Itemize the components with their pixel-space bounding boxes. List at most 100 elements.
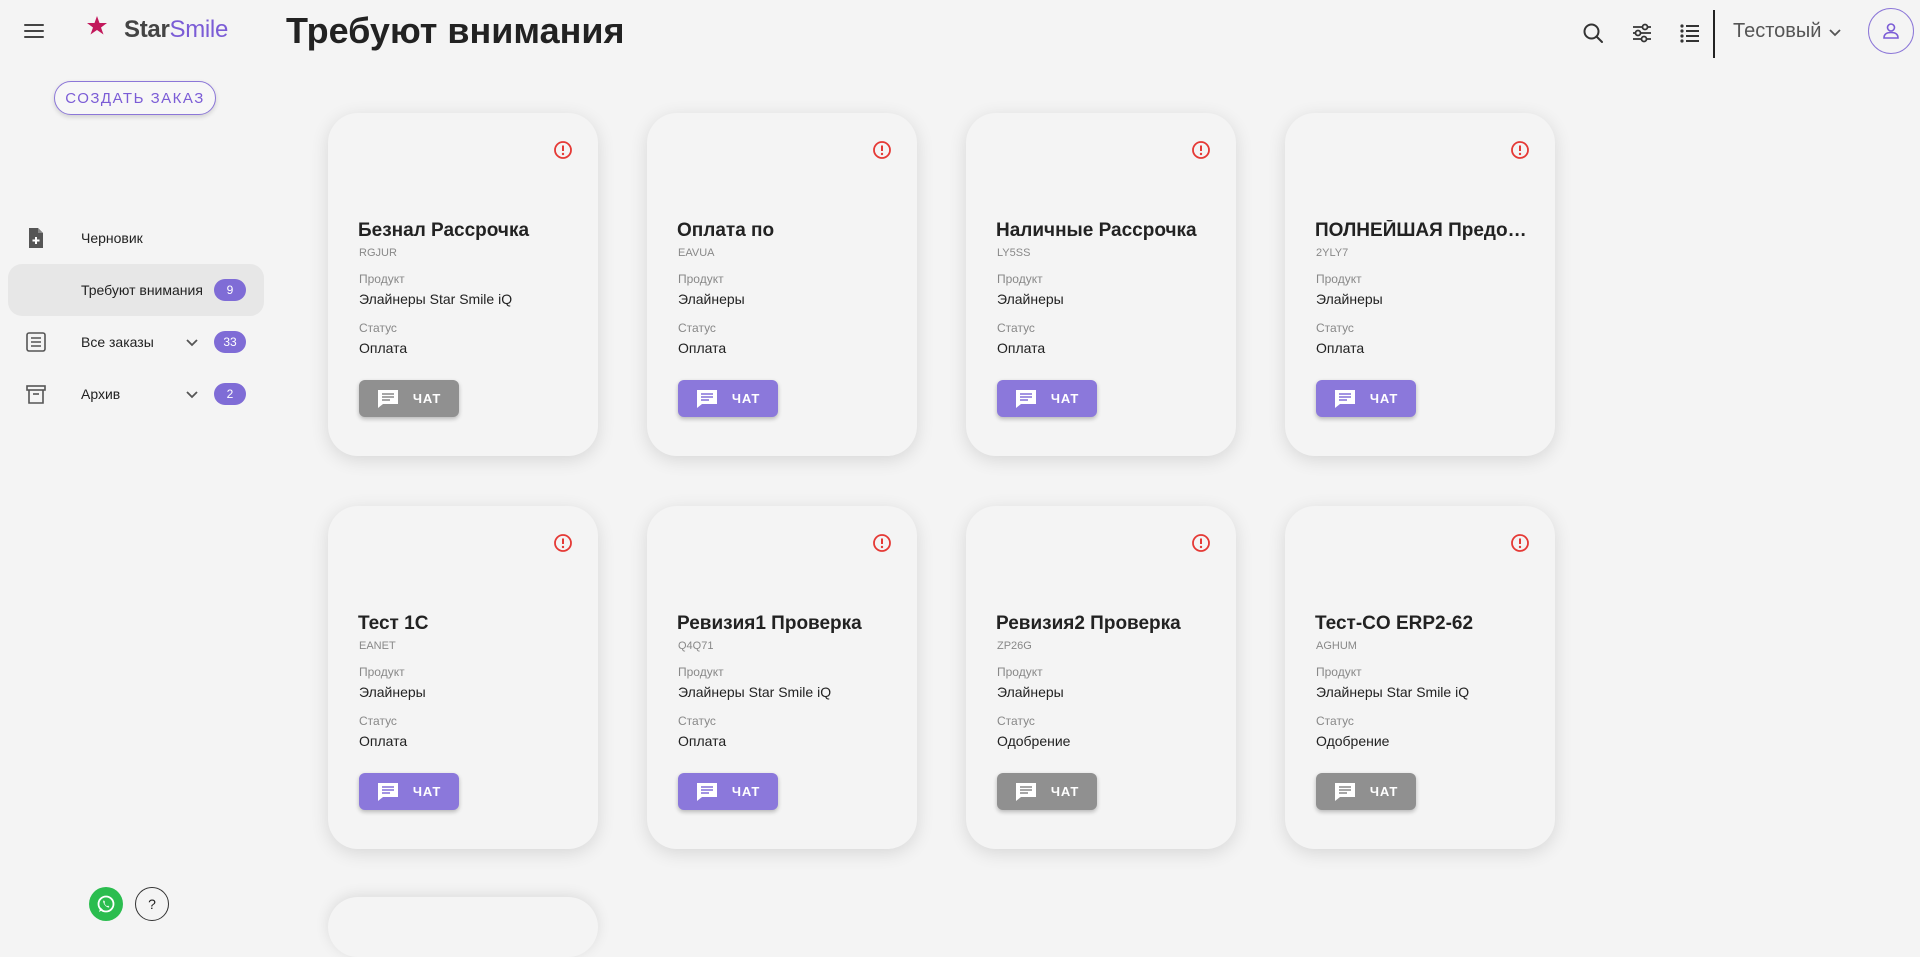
- chat-label: ЧАТ: [412, 784, 442, 799]
- chat-label: ЧАТ: [1050, 784, 1080, 799]
- chat-icon: [696, 782, 717, 801]
- list-icon: [26, 332, 46, 352]
- user-dropdown[interactable]: Тестовый: [1733, 20, 1843, 43]
- alert-icon: [1192, 141, 1210, 159]
- card-title: Безнал Рассрочка: [358, 220, 530, 241]
- sidebar-item-drafts[interactable]: Черновик: [8, 212, 264, 264]
- chat-button[interactable]: ЧАТ: [997, 380, 1097, 417]
- whatsapp-icon: [97, 895, 115, 913]
- create-order-button[interactable]: СОЗДАТЬ ЗАКАЗ: [54, 81, 216, 115]
- status-value: Оплата: [1316, 340, 1365, 356]
- avatar[interactable]: [1868, 8, 1914, 54]
- product-value: Элайнеры Star Smile iQ: [678, 684, 832, 700]
- order-card[interactable]: Оплата по EAVUA Продукт Элайнеры Статус Оплат…: [647, 113, 917, 456]
- status-label: Статус: [678, 714, 716, 728]
- order-card[interactable]: Ревизия1 Проверка Q4Q71 Продукт Элайнеры St…: [647, 506, 917, 849]
- card-title: Ревизия1 Проверка: [677, 613, 862, 634]
- status-value: Оплата: [678, 340, 727, 356]
- chat-label: ЧАТ: [731, 784, 761, 799]
- page-title: Требуют внимания: [286, 10, 625, 51]
- alert-icon: [1511, 141, 1529, 159]
- chevron-down-icon[interactable]: [182, 332, 202, 352]
- card-title: Наличные Рассрочка: [996, 220, 1197, 241]
- order-code: RGJUR: [359, 247, 397, 259]
- chat-button[interactable]: ЧАТ: [678, 773, 778, 810]
- order-code: ZP26G: [997, 640, 1032, 652]
- chat-button[interactable]: ЧАТ: [997, 773, 1097, 810]
- sidebar-item-label: Черновик: [81, 230, 143, 246]
- order-card[interactable]: ПОЛНЕЙШАЯ Предоплата 2YLY7 Продукт Элайнеры…: [1285, 113, 1555, 456]
- product-label: Продукт: [997, 665, 1043, 679]
- chat-button[interactable]: ЧАТ: [1316, 773, 1416, 810]
- status-value: Оплата: [678, 733, 727, 749]
- status-label: Статус: [997, 714, 1035, 728]
- sidebar-item-attention[interactable]: Требуют внимания 9: [8, 264, 264, 316]
- product-value: Элайнеры Star Smile iQ: [359, 291, 513, 307]
- list-view-icon[interactable]: [1677, 20, 1703, 46]
- product-value: Элайнеры: [1316, 291, 1383, 307]
- alert-icon: [554, 141, 572, 159]
- product-label: Продукт: [997, 272, 1043, 286]
- status-label: Статус: [1316, 714, 1354, 728]
- product-label: Продукт: [678, 272, 724, 286]
- chat-icon: [1334, 389, 1355, 408]
- file-plus-icon: [29, 228, 43, 248]
- status-value: Оплата: [997, 340, 1046, 356]
- status-value: Одобрение: [1316, 733, 1390, 749]
- order-code: AGHUM: [1316, 640, 1357, 652]
- product-label: Продукт: [1316, 272, 1362, 286]
- chat-icon: [377, 782, 398, 801]
- logo[interactable]: StarSmile: [74, 14, 228, 46]
- header-divider: [1713, 10, 1715, 58]
- status-value: Одобрение: [997, 733, 1071, 749]
- chat-icon: [1015, 782, 1036, 801]
- product-label: Продукт: [1316, 665, 1362, 679]
- order-card[interactable]: Ревизия2 Проверка ZP26G Продукт Элайнеры Ста…: [966, 506, 1236, 849]
- chat-button[interactable]: ЧАТ: [1316, 380, 1416, 417]
- count-badge: 9: [214, 279, 246, 301]
- order-card[interactable]: Наличные Рассрочка LY5SS Продукт Элайнеры Ст…: [966, 113, 1236, 456]
- sidebar-item-archive[interactable]: Архив 2: [8, 368, 264, 420]
- chat-icon: [696, 389, 717, 408]
- chat-label: ЧАТ: [731, 391, 761, 406]
- count-badge: 2: [214, 383, 246, 405]
- status-value: Оплата: [359, 340, 408, 356]
- product-value: Элайнеры: [997, 291, 1064, 307]
- chevron-down-icon[interactable]: [182, 384, 202, 404]
- order-card[interactable]: Тест 1С EANET Продукт Элайнеры Статус Оплата Ч…: [328, 506, 598, 849]
- search-icon[interactable]: [1580, 20, 1606, 46]
- chat-button[interactable]: ЧАТ: [678, 380, 778, 417]
- chat-button[interactable]: ЧАТ: [359, 380, 459, 417]
- product-value: Элайнеры: [678, 291, 745, 307]
- product-label: Продукт: [359, 272, 405, 286]
- menu-icon[interactable]: [20, 20, 48, 48]
- order-code: EAVUA: [678, 247, 715, 259]
- product-value: Элайнеры: [997, 684, 1064, 700]
- sidebar-item-all-orders[interactable]: Все заказы 33: [8, 316, 264, 368]
- star-smile-logo-icon: [77, 16, 117, 36]
- product-label: Продукт: [678, 665, 724, 679]
- status-label: Статус: [359, 714, 397, 728]
- card-title: Ревизия2 Проверка: [996, 613, 1181, 634]
- chat-label: ЧАТ: [1369, 784, 1399, 799]
- sidebar-item-label: Архив: [81, 386, 121, 402]
- status-label: Статус: [678, 321, 716, 335]
- chat-label: ЧАТ: [1050, 391, 1080, 406]
- order-code: Q4Q71: [678, 640, 714, 652]
- sidebar-item-label: Все заказы: [81, 334, 154, 350]
- filter-sliders-icon[interactable]: [1629, 20, 1655, 46]
- alert-icon: [554, 534, 572, 552]
- alert-icon: [873, 534, 891, 552]
- status-label: Статус: [1316, 321, 1354, 335]
- order-card[interactable]: Тест-CO ERP2-62 AGHUM Продукт Элайнеры Star…: [1285, 506, 1555, 849]
- chat-button[interactable]: ЧАТ: [359, 773, 459, 810]
- whatsapp-button[interactable]: [89, 887, 123, 921]
- order-card[interactable]: Безнал Рассрочка RGJUR Продукт Элайнеры Sta…: [328, 113, 598, 456]
- user-icon: [1883, 23, 1899, 39]
- status-label: Статус: [997, 321, 1035, 335]
- product-value: Элайнеры: [359, 684, 426, 700]
- help-button[interactable]: ?: [135, 887, 169, 921]
- status-value: Оплата: [359, 733, 408, 749]
- sidebar-item-label: Требуют внимания: [81, 282, 203, 298]
- order-card[interactable]: [328, 897, 598, 957]
